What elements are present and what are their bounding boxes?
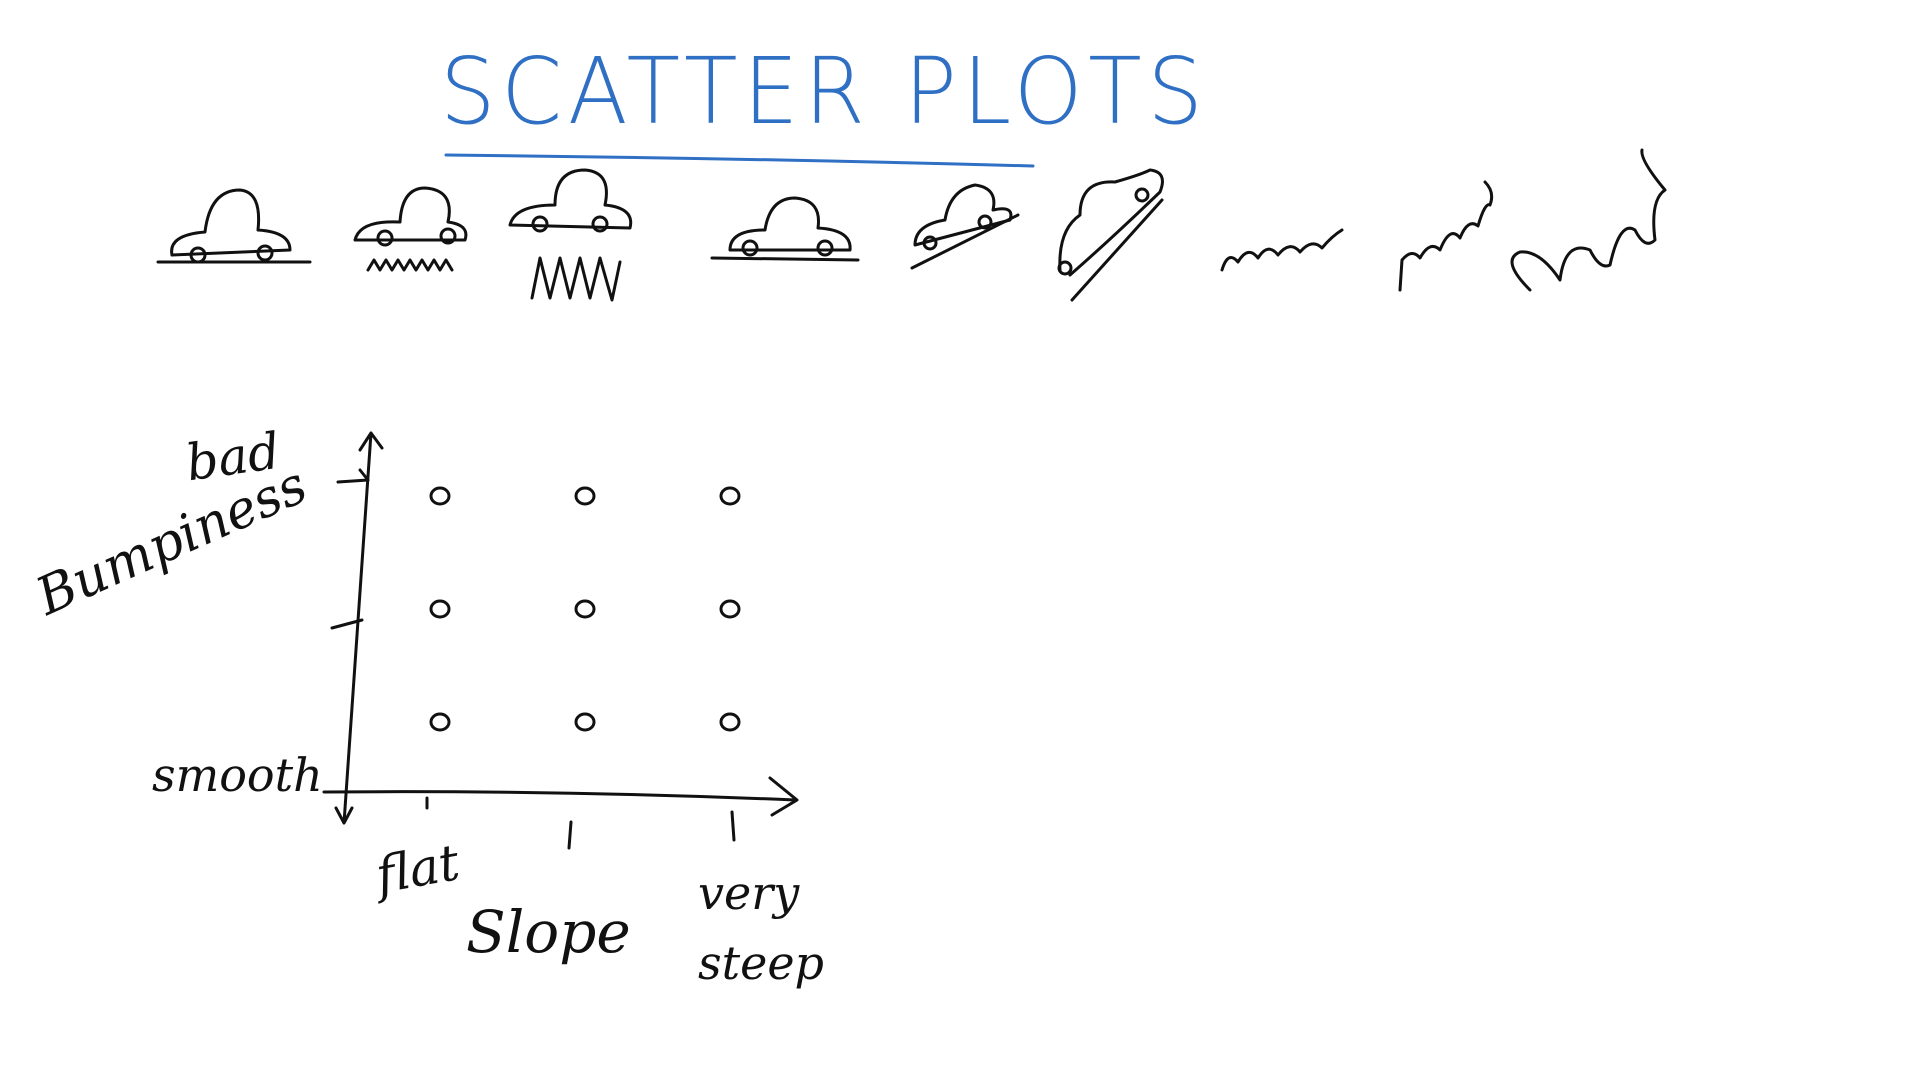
scatter-point-2 xyxy=(719,486,741,506)
y-tick-label-smooth: smooth xyxy=(152,748,323,802)
x-tick-label-very-steep: very steep xyxy=(698,866,824,990)
y-tick-bad xyxy=(336,468,370,484)
scatter-points xyxy=(429,486,741,732)
scatter-point-6 xyxy=(429,712,451,732)
car-flat-icon xyxy=(710,196,860,262)
car-steep-icon xyxy=(1057,168,1164,302)
x-tick-mid xyxy=(567,820,573,850)
scatter-point-7 xyxy=(574,712,596,732)
x-axis-label: Slope xyxy=(466,898,631,966)
y-axis xyxy=(334,431,384,825)
scatter-point-1 xyxy=(574,486,596,506)
car-flat-smooth-icon xyxy=(156,188,312,264)
title-underline xyxy=(444,153,1035,168)
scatter-point-4 xyxy=(574,599,596,619)
whiteboard xyxy=(156,148,1667,850)
x-tick-steep xyxy=(730,810,736,842)
squiggle-small-icon xyxy=(1220,228,1344,272)
scatter-point-0 xyxy=(429,486,451,506)
scatter-point-5 xyxy=(719,599,741,619)
squiggle-steep-big-icon xyxy=(1510,148,1667,292)
car-flat-bumpy-icon xyxy=(353,186,468,272)
squiggle-slope-icon xyxy=(1398,180,1494,292)
car-flat-very-bumpy-icon xyxy=(508,168,633,302)
scatter-point-8 xyxy=(719,712,741,732)
scatter-point-3 xyxy=(429,599,451,619)
x-axis xyxy=(322,776,799,817)
car-slope-icon xyxy=(910,183,1020,270)
